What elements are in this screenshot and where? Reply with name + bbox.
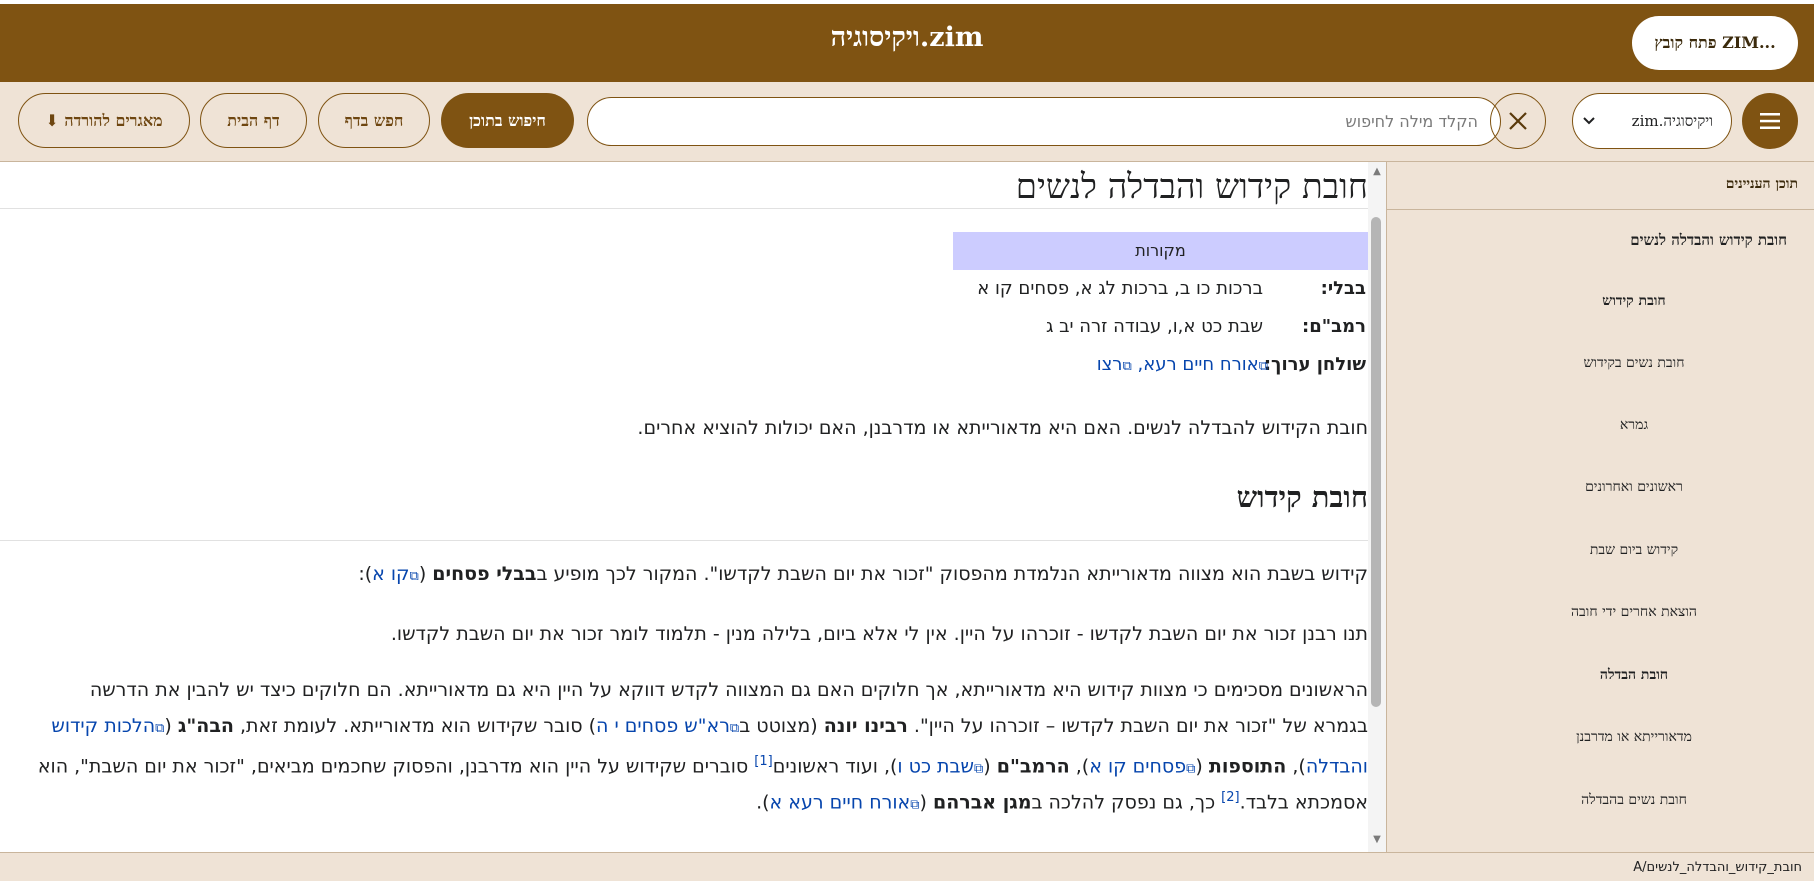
text: ( (983, 755, 997, 778)
external-link-icon: ⧉ (729, 721, 740, 736)
paragraph-3-line-4: אסמכתא בלבד.[2] כך, גם נפסק להלכה במגן א… (756, 780, 1368, 823)
chevron-down-icon (1583, 117, 1595, 125)
paragraph-3-line-1: הראשונים מסכימים כי מצוות קידוש היא מדאו… (89, 679, 1368, 701)
scroll-thumb[interactable] (1371, 217, 1381, 707)
text: ): (358, 563, 373, 585)
bold-text: מגן אברהם (932, 791, 1032, 814)
link-shabbat[interactable]: שבת כט ו (897, 755, 974, 777)
external-link-icon: ⧉ (1258, 359, 1268, 374)
toc-item-kiddush[interactable]: חובת קידוש (1514, 293, 1754, 310)
app-title: ויקיסוגיה.zim (830, 22, 984, 53)
text: בגמרא של "זכור את יום השבת לקדשו – זוכרה… (907, 715, 1368, 737)
text: ), (1069, 755, 1090, 778)
bold-text: הבה"ג (177, 715, 234, 737)
scroll-down-arrow-icon[interactable]: ▼ (1371, 834, 1383, 846)
table-of-contents: תוכן העניינים חובת קידוש והבדלה לנשים חו… (1386, 162, 1814, 852)
toc-item-gemara[interactable]: גמרא (1514, 417, 1754, 434)
source-link-296[interactable]: רצו (1097, 354, 1123, 375)
source-link-orach-chaim[interactable]: אורח חיים רעא (1143, 354, 1259, 375)
text: ( (1195, 755, 1209, 778)
external-link-icon: ⧉ (1122, 359, 1132, 374)
search-content-button[interactable]: חיפוש בתוכן (441, 93, 574, 148)
text: כך, גם נפסק להלכה ב (1031, 791, 1222, 814)
paragraph-1: קידוש בשבת הוא מצווה מדאורייתא הנלמדת מה… (358, 556, 1368, 595)
top-app-bar: ויקיסוגיה.zim פתח קובץ ZIM... (0, 0, 1814, 82)
toc-item-day-kiddush[interactable]: קידוש ביום שבת (1514, 542, 1754, 559)
source-row-shulchan-aruch: שולחן ערוך: ⧉אורח חיים רעא, ⧉רצו (953, 346, 1368, 384)
source-label: שולחן ערוך: (1263, 354, 1366, 375)
source-label: בבלי: (1320, 278, 1366, 299)
link-havdala[interactable]: והבדלה (1306, 755, 1368, 777)
separator: , (1131, 354, 1144, 375)
external-link-icon: ⧉ (1186, 761, 1196, 777)
section-divider (0, 540, 1368, 541)
external-link-icon: ⧉ (409, 569, 419, 584)
text: (מצוטט ב (739, 715, 824, 737)
text: ). (756, 791, 770, 814)
hamburger-menu-icon (1760, 113, 1780, 129)
source-row-bavli: בבלי: ברכות כו ב, ברכות לג א, פסחים קו א (953, 270, 1368, 308)
search-input[interactable] (587, 97, 1501, 146)
footnote-ref-2[interactable]: [2] (1221, 790, 1239, 805)
open-zim-button[interactable]: פתח קובץ ZIM... (1632, 16, 1798, 70)
toc-item-fulfilling-for-others[interactable]: הוצאת אחרים ידי חובה (1514, 604, 1754, 621)
toc-divider (1386, 209, 1814, 210)
footnote-ref-1[interactable]: [1] (754, 754, 772, 769)
text: ( (164, 715, 178, 737)
menu-button[interactable] (1742, 93, 1798, 149)
bold-text: רבינו יונה (823, 715, 908, 737)
home-page-button[interactable]: דף הבית (200, 93, 307, 148)
download-libraries-button[interactable]: ⬇ מאגרים להורדה (18, 93, 190, 148)
scroll-up-arrow-icon[interactable]: ▲ (1371, 166, 1383, 178)
paragraph-3-line-2: בגמרא של "זכור את יום השבת לקדשו – זוכרה… (51, 708, 1368, 747)
source-links: ⧉אורח חיים רעא, ⧉רצו (1097, 354, 1268, 375)
source-label: רמב"ם: (1302, 316, 1366, 337)
toc-item-main[interactable]: חובת קידוש והבדלה לנשים (1630, 231, 1787, 250)
toc-item-rishonim[interactable]: ראשונים ואחרונים (1514, 479, 1754, 496)
sources-heading: מקורות (953, 232, 1368, 270)
text: סוברים שקידוש על היין הוא מדרבנן, והפסוק… (37, 755, 755, 778)
article-path: A/חובת_קידוש_והבדלה_לנשים (1633, 860, 1802, 875)
external-link-icon: ⧉ (910, 797, 920, 813)
book-select[interactable]: ויקיסוגיה.zim (1572, 93, 1732, 149)
sources-infobox: מקורות בבלי: ברכות כו ב, ברכות לג א, פסח… (953, 232, 1368, 384)
toc-item-deoraita[interactable]: מדאורייתא או מדרבנן (1514, 729, 1754, 746)
intro-paragraph: חובת הקידוש להבדלה לנשים. האם היא מדאורי… (637, 417, 1368, 439)
external-link-icon: ⧉ (973, 761, 984, 777)
title-divider (0, 208, 1368, 209)
toolbar: ⬇ מאגרים להורדה דף הבית חפש בדף חיפוש בת… (0, 82, 1814, 162)
text: ( (919, 791, 933, 814)
paragraph-2: תנו רבנן זכור את יום השבת לקדשו - זוכרהו… (390, 623, 1368, 645)
link-pesachim-106a[interactable]: פסחים קו א (1089, 755, 1186, 777)
source-row-rambam: רמב"ם: שבת כט א,ו, עבודה זרה יב ג (953, 308, 1368, 346)
book-select-value: ויקיסוגיה.zim (1631, 111, 1713, 130)
link-hilchot-kiddush[interactable]: הלכות קידוש (51, 715, 155, 737)
source-value: שבת כט א,ו, עבודה זרה יב ג (1045, 316, 1263, 337)
close-icon (1509, 112, 1527, 130)
link-rosh[interactable]: רא"ש פסחים י ה (596, 715, 730, 737)
toc-item-women-havdala[interactable]: חובת נשים בהבדלה (1514, 792, 1754, 809)
bold-text: בבלי פסחים (432, 563, 537, 585)
text: אסמכתא בלבד. (1239, 791, 1368, 814)
link-pesachim[interactable]: קו א (372, 563, 409, 585)
text: ) סובר שקידוש הוא מדאורייתא. לעומת זאת, (233, 715, 597, 737)
source-value: ברכות כו ב, ברכות לג א, פסחים קו א (977, 278, 1263, 299)
bold-text: הרמב"ם (996, 755, 1070, 778)
toc-title: תוכן העניינים (1725, 176, 1798, 192)
text: ), (1286, 755, 1306, 778)
status-bar: A/חובת_קידוש_והבדלה_לנשים (0, 852, 1814, 881)
text: קידוש בשבת הוא מצווה מדאורייתא הנלמדת מה… (536, 563, 1368, 585)
toc-item-women-kiddush[interactable]: חובת נשים בקידוש (1514, 355, 1754, 372)
section-heading-kiddush: חובת קידוש (1236, 480, 1368, 514)
find-in-page-button[interactable]: חפש בדף (318, 93, 430, 148)
text: ), ועוד ראשונים (772, 755, 898, 778)
clear-search-button[interactable] (1490, 93, 1546, 149)
link-orach-chaim-271[interactable]: אורח חיים רעא א (770, 791, 911, 813)
toc-item-havdala[interactable]: חובת הבדלה (1514, 667, 1754, 684)
article-content: חובת קידוש והבדלה לנשים מקורות בבלי: ברכ… (0, 162, 1368, 852)
article-scrollbar[interactable]: ▲ ▼ (1368, 162, 1386, 852)
bold-text: התוספות (1208, 755, 1287, 778)
page-title: חובת קידוש והבדלה לנשים (1015, 167, 1368, 207)
text: ( (418, 563, 433, 585)
